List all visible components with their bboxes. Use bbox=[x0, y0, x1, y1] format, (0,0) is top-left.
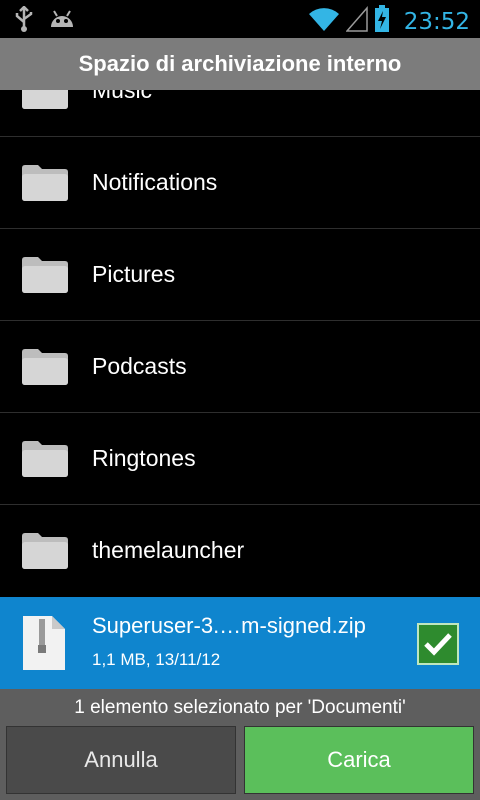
list-item-label: Music bbox=[92, 90, 153, 103]
list-item[interactable]: Music bbox=[0, 90, 480, 137]
usb-icon bbox=[14, 5, 34, 37]
title-bar: Spazio di archiviazione interno bbox=[0, 38, 480, 90]
folder-icon bbox=[20, 254, 70, 294]
signal-icon bbox=[345, 5, 368, 37]
selection-info: 1 elemento selezionato per 'Documenti' bbox=[74, 697, 406, 718]
zip-file-icon bbox=[22, 615, 66, 671]
android-debug-icon bbox=[48, 7, 76, 36]
folder-icon bbox=[20, 90, 70, 110]
list-item[interactable]: Podcasts bbox=[0, 320, 480, 413]
file-name: Superuser-3.…m-signed.zip bbox=[92, 613, 366, 638]
folder-icon bbox=[20, 530, 70, 570]
folder-icon bbox=[20, 438, 70, 478]
action-bar: 1 elemento selezionato per 'Documenti' A… bbox=[0, 689, 480, 800]
file-meta: 1,1 MB, 13/11/12 bbox=[92, 650, 221, 669]
clock: 23:52 bbox=[403, 8, 470, 35]
selected-file-row[interactable]: Superuser-3.…m-signed.zip 1,1 MB, 13/11/… bbox=[0, 597, 480, 689]
folder-icon bbox=[20, 346, 70, 386]
list-item[interactable]: Pictures bbox=[0, 228, 480, 321]
list-item-label: Pictures bbox=[92, 261, 176, 287]
status-bar: 23:52 bbox=[0, 0, 480, 38]
wifi-icon bbox=[308, 6, 340, 37]
page-title: Spazio di archiviazione interno bbox=[78, 51, 402, 76]
list-item-label: Ringtones bbox=[92, 445, 196, 471]
list-item[interactable]: Ringtones bbox=[0, 412, 480, 505]
list-item-label: Notifications bbox=[92, 169, 218, 195]
selection-checkbox[interactable] bbox=[417, 623, 459, 670]
cancel-button[interactable]: Annulla bbox=[6, 726, 236, 794]
folder-icon bbox=[20, 162, 70, 202]
battery-charging-icon bbox=[374, 5, 390, 38]
list-item[interactable]: themelauncher bbox=[0, 504, 480, 596]
folder-list[interactable]: Music Notifications Pictures Podcasts Ri… bbox=[0, 90, 480, 596]
list-item-label: themelauncher bbox=[92, 537, 245, 563]
list-item[interactable]: Notifications bbox=[0, 136, 480, 229]
list-item-label: Podcasts bbox=[92, 353, 187, 379]
upload-button[interactable]: Carica bbox=[244, 726, 474, 794]
